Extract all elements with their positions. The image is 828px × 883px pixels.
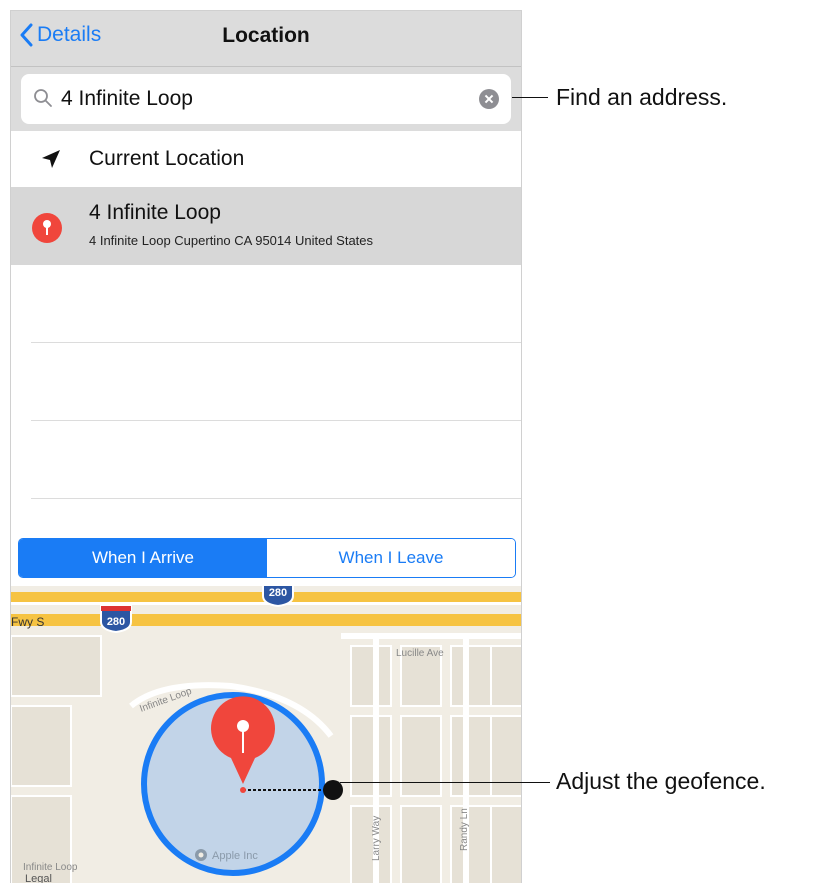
list-separator <box>31 420 521 421</box>
when-i-arrive-segment[interactable]: When I Arrive <box>19 539 267 577</box>
clear-search-button[interactable] <box>479 89 499 109</box>
map-view[interactable]: 280 280 Fwy S Lucille Ave Infinite Loop … <box>11 586 521 883</box>
find-address-callout: Find an address. <box>556 84 728 110</box>
search-result-row[interactable]: 4 Infinite Loop 4 Infinite Loop Cupertin… <box>11 187 521 265</box>
navigation-bar: Details Location <box>11 11 521 67</box>
segmented-control: When I Arrive When I Leave <box>18 538 516 578</box>
interstate-shield: 280 <box>100 605 132 634</box>
lucille-ave-label: Lucille Ave <box>396 648 444 659</box>
page-title: Location <box>222 24 310 47</box>
interstate-shield: 280 <box>262 586 294 608</box>
trigger-segment-bar: When I Arrive When I Leave <box>11 531 521 586</box>
list-separator <box>31 498 521 499</box>
randy-ln-label: Randy Ln <box>459 808 470 851</box>
map-canvas: 280 280 Fwy S Lucille Ave Infinite Loop … <box>11 586 521 883</box>
list-separator <box>31 342 521 343</box>
search-input[interactable] <box>61 74 461 124</box>
geofence-resize-handle <box>323 780 343 800</box>
adjust-geofence-callout: Adjust the geofence. <box>556 768 766 794</box>
current-location-label: Current Location <box>89 147 245 170</box>
legal-link: Legal <box>25 873 52 883</box>
interstate-280-label: 280 <box>269 587 287 599</box>
result-address: 4 Infinite Loop Cupertino CA 95014 Unite… <box>89 233 374 248</box>
phone-screen: Details Location Current Location 4 Infi… <box>10 10 522 883</box>
location-arrow-icon <box>42 150 60 168</box>
find-address-callout-line <box>512 97 548 98</box>
larry-way-label: Larry Way <box>371 816 382 861</box>
interstate-280-label: 280 <box>107 616 125 628</box>
when-i-leave-segment[interactable]: When I Leave <box>267 539 515 577</box>
infinite-loop-label: Infinite Loop <box>23 862 78 873</box>
pin-icon <box>32 213 62 243</box>
current-location-row[interactable]: Current Location <box>11 131 521 187</box>
geofence-callout-line <box>340 782 550 783</box>
apple-inc-label: Apple Inc <box>212 850 258 862</box>
search-bar <box>11 67 521 131</box>
location-dot <box>240 787 246 793</box>
freeway-label: Fwy S <box>11 615 44 629</box>
result-title: 4 Infinite Loop <box>89 201 221 224</box>
search-field[interactable] <box>21 74 511 124</box>
search-icon <box>34 89 52 107</box>
